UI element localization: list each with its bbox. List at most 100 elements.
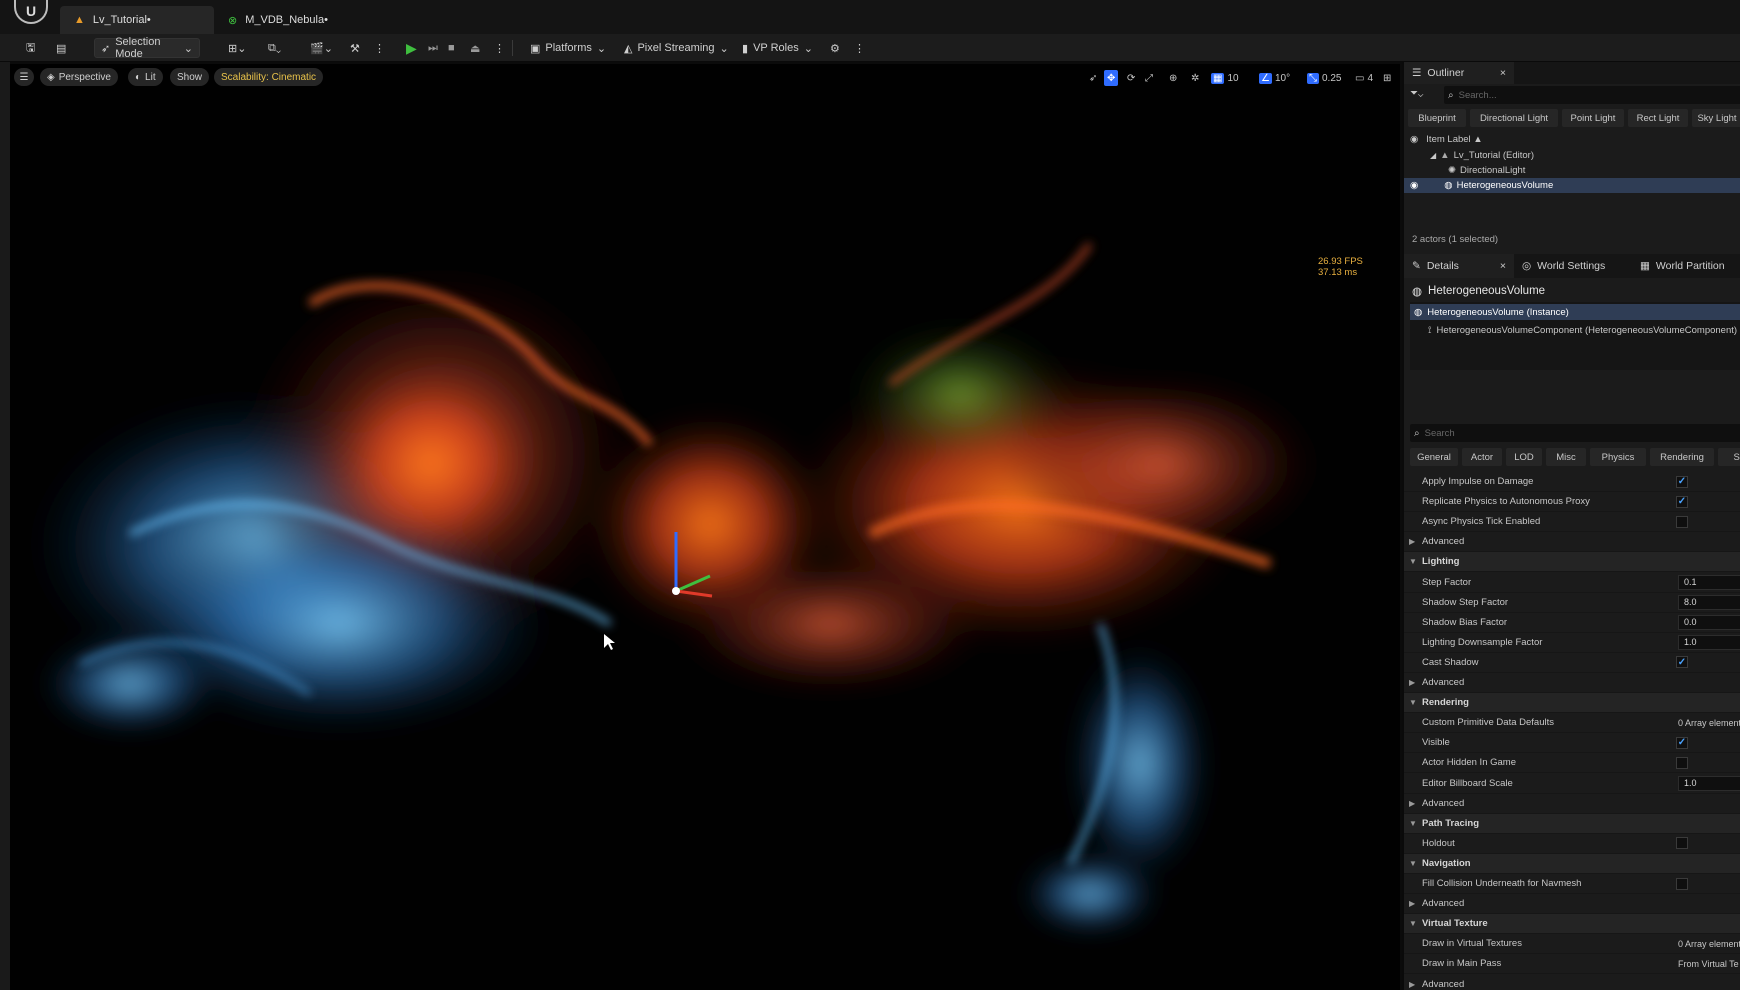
blueprint-icon[interactable]: ⧉⌄ bbox=[262, 38, 287, 58]
platforms-dropdown[interactable]: ▣ Platforms ⌄ bbox=[524, 38, 612, 58]
perspective-button[interactable]: ◈ Perspective bbox=[40, 68, 118, 86]
viewport-menu-icon[interactable]: ☰ bbox=[14, 68, 34, 86]
show-button[interactable]: Show bbox=[170, 68, 210, 86]
filter-chip-lod[interactable]: LOD bbox=[1506, 448, 1542, 466]
collapse-arrow-icon[interactable]: ▼ bbox=[1409, 819, 1417, 828]
property-number-field[interactable]: 1.0 bbox=[1678, 634, 1740, 650]
expand-arrow-icon[interactable]: ▶ bbox=[1409, 899, 1415, 908]
step-icon[interactable]: ⏭ bbox=[422, 38, 444, 58]
expand-arrow-icon[interactable]: ▶ bbox=[1409, 980, 1415, 989]
unreal-logo-icon[interactable]: U bbox=[14, 0, 48, 24]
advanced-toggle-advanced[interactable]: ▶ Advanced bbox=[1404, 532, 1740, 553]
outliner-row-directional-light[interactable]: ✺ DirectionalLight bbox=[1404, 163, 1740, 178]
category-navigation[interactable]: ▼ Navigation bbox=[1404, 853, 1740, 874]
stop-icon[interactable]: ■ bbox=[442, 38, 461, 58]
filter-chip-streaming[interactable]: St bbox=[1718, 448, 1740, 466]
scalability-button[interactable]: Scalability: Cinematic bbox=[214, 68, 324, 86]
expand-arrow-icon[interactable]: ▶ bbox=[1409, 537, 1415, 546]
tab-details[interactable]: ✎ Details × bbox=[1404, 254, 1514, 278]
outliner-row-heterogeneous-volume[interactable]: ◉ ◍ HeterogeneousVolume bbox=[1404, 178, 1740, 193]
filter-chip-general[interactable]: General bbox=[1410, 448, 1458, 466]
advanced-toggle-advanced[interactable]: ▶ Advanced bbox=[1404, 794, 1740, 814]
property-checkbox[interactable]: ✓ bbox=[1676, 656, 1688, 669]
property-number-field[interactable]: 8.0 bbox=[1678, 594, 1740, 610]
property-checkbox[interactable] bbox=[1676, 877, 1688, 890]
property-checkbox[interactable] bbox=[1676, 837, 1688, 850]
translate-icon[interactable]: ✥ bbox=[1104, 70, 1119, 86]
property-value[interactable]: 0 Array element bbox=[1678, 718, 1740, 728]
grid-snap-toggle[interactable]: ▦ 10 bbox=[1208, 70, 1242, 86]
content-browser-icon[interactable]: ▤ bbox=[50, 38, 72, 58]
lit-button[interactable]: ◐ Lit bbox=[128, 68, 163, 86]
outliner-row-lv-tutorial[interactable]: ◢ ▲ Lv_Tutorial (Editor) bbox=[1404, 148, 1740, 163]
expand-arrow-icon[interactable]: ◢ bbox=[1430, 151, 1436, 160]
property-number-field[interactable]: 0.1 bbox=[1678, 574, 1740, 590]
collapse-arrow-icon[interactable]: ▼ bbox=[1409, 557, 1417, 566]
property-checkbox[interactable]: ✓ bbox=[1676, 736, 1688, 749]
expand-arrow-icon[interactable]: ▶ bbox=[1409, 678, 1415, 687]
component-row-instance[interactable]: ◍ HeterogeneousVolume (Instance) bbox=[1410, 304, 1740, 320]
component-row-volume-component[interactable]: ⟟ HeterogeneousVolumeComponent (Heteroge… bbox=[1428, 322, 1740, 338]
more-options-icon[interactable]: ⋮ bbox=[368, 38, 391, 58]
scale-snap-toggle[interactable]: ⤡ 0.25 bbox=[1304, 70, 1344, 86]
select-mode-icon[interactable]: ➶ bbox=[1086, 70, 1100, 86]
pixel-streaming-dropdown[interactable]: ◭ Pixel Streaming ⌄ bbox=[618, 38, 735, 58]
details-search-input[interactable]: ⌕ Search bbox=[1410, 424, 1740, 442]
add-actor-icon[interactable]: ⊞⌄ bbox=[222, 38, 252, 58]
play-icon[interactable]: ▶ bbox=[400, 38, 423, 58]
filter-icon[interactable]: ⏷⌄ bbox=[1410, 88, 1436, 104]
collapse-arrow-icon[interactable]: ▼ bbox=[1409, 919, 1417, 928]
category-path-tracing[interactable]: ▼ Path Tracing bbox=[1404, 813, 1740, 834]
category-virtual-texture[interactable]: ▼ Virtual Texture bbox=[1404, 914, 1740, 935]
outliner-search-input[interactable]: ⌕ Search... bbox=[1444, 86, 1740, 104]
filter-chip-rendering[interactable]: Rendering bbox=[1650, 448, 1714, 466]
selection-mode-dropdown[interactable]: ➶ Selection Mode ⌄ bbox=[94, 36, 200, 60]
camera-speed-button[interactable]: ▭ 4 bbox=[1352, 70, 1376, 86]
expand-arrow-icon[interactable]: ▶ bbox=[1409, 799, 1415, 808]
eject-icon[interactable]: ⏏ bbox=[464, 38, 486, 58]
maximize-viewport-icon[interactable]: ⊞ bbox=[1380, 70, 1394, 86]
filter-chip-misc[interactable]: Misc bbox=[1546, 448, 1586, 466]
collapse-arrow-icon[interactable]: ▼ bbox=[1409, 859, 1417, 868]
close-icon[interactable]: × bbox=[1500, 67, 1506, 79]
save-icon[interactable]: 🖫 bbox=[20, 38, 41, 58]
collapse-arrow-icon[interactable]: ▼ bbox=[1409, 698, 1417, 707]
category-rendering[interactable]: ▼ Rendering bbox=[1404, 693, 1740, 714]
world-local-icon[interactable]: ⊕ bbox=[1166, 70, 1180, 86]
filter-chip-directional-light[interactable]: Directional Light bbox=[1470, 109, 1558, 127]
outliner-column-header[interactable]: ◉ Item Label ▲ bbox=[1404, 130, 1740, 148]
rotation-snap-toggle[interactable]: ∠ 10° bbox=[1256, 70, 1293, 86]
advanced-toggle-advanced[interactable]: ▶ Advanced bbox=[1404, 673, 1740, 693]
property-number-field[interactable]: 0.0 bbox=[1678, 614, 1740, 630]
advanced-toggle-advanced[interactable]: ▶ Advanced bbox=[1404, 975, 1740, 990]
filter-chip-point-light[interactable]: Point Light bbox=[1562, 109, 1624, 127]
tab-world-settings[interactable]: ◎ World Settings bbox=[1514, 254, 1632, 278]
close-icon[interactable]: × bbox=[1500, 260, 1506, 272]
property-value[interactable]: From Virtual Te bbox=[1678, 959, 1739, 969]
cinematics-icon[interactable]: 🎬⌄ bbox=[304, 38, 339, 58]
property-checkbox[interactable]: ✓ bbox=[1676, 495, 1688, 508]
tab-world-partition[interactable]: ▦ World Partition bbox=[1632, 254, 1740, 278]
property-number-field[interactable]: 1.0 bbox=[1678, 775, 1740, 791]
filter-chip-rect-light[interactable]: Rect Light bbox=[1628, 109, 1688, 127]
tab-lv-tutorial[interactable]: ▲ Lv_Tutorial• bbox=[60, 6, 214, 34]
property-checkbox[interactable] bbox=[1676, 756, 1688, 769]
scale-icon[interactable]: ⤢ bbox=[1142, 70, 1156, 86]
rotate-icon[interactable]: ⟳ bbox=[1124, 70, 1138, 86]
visibility-eye-icon[interactable]: ◉ bbox=[1410, 180, 1418, 191]
category-lighting[interactable]: ▼ Lighting bbox=[1404, 552, 1740, 573]
more-options-icon[interactable]: ⋮ bbox=[848, 38, 871, 58]
level-viewport[interactable]: ☰ ◈ Perspective ◐ Lit Show Scalability: … bbox=[10, 64, 1400, 990]
filter-chip-actor[interactable]: Actor bbox=[1462, 448, 1502, 466]
property-value[interactable]: 0 Array element bbox=[1678, 939, 1740, 949]
surface-snap-icon[interactable]: ✲ bbox=[1188, 70, 1202, 86]
advanced-toggle-advanced[interactable]: ▶ Advanced bbox=[1404, 894, 1740, 915]
play-options-icon[interactable]: ⋮ bbox=[488, 38, 511, 58]
tab-m-vdb-nebula[interactable]: ⊗ M_VDB_Nebula• bbox=[214, 6, 354, 34]
filter-chip-blueprint[interactable]: Blueprint bbox=[1408, 109, 1466, 127]
settings-icon[interactable]: ⚙ bbox=[824, 38, 846, 58]
vp-roles-dropdown[interactable]: ▮ VP Roles ⌄ bbox=[736, 38, 819, 58]
property-checkbox[interactable] bbox=[1676, 515, 1688, 528]
filter-chip-sky-light[interactable]: Sky Light bbox=[1692, 109, 1740, 127]
tab-outliner[interactable]: ☰ Outliner × bbox=[1404, 62, 1514, 84]
